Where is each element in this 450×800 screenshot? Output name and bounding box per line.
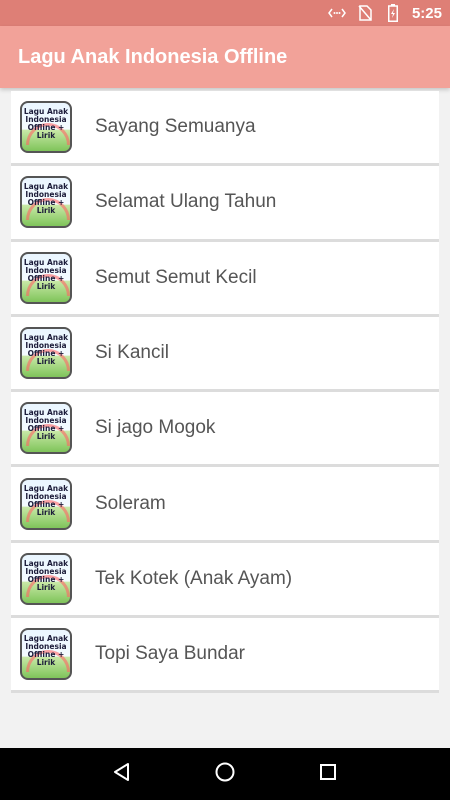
song-list-item[interactable]: Lagu Anak Indonesia Offline + Lirik Tek Kot… [11, 542, 439, 619]
thumbnail-text-line3: Offline + Lirik [27, 574, 65, 592]
thumbnail-text-line3: Offline + Lirik [27, 273, 65, 291]
song-title: Selamat Ulang Tahun [95, 191, 277, 213]
thumbnail: Lagu Anak Indonesia Offline + Lirik [11, 317, 81, 390]
song-title: Semut Semut Kecil [95, 266, 257, 288]
thumbnail: Lagu Anak Indonesia Offline + Lirik [11, 392, 81, 465]
app-logo-thumbnail: Lagu Anak Indonesia Offline + Lirik [20, 477, 72, 530]
home-button[interactable] [205, 754, 245, 794]
song-title: Topi Saya Bundar [95, 643, 245, 665]
thumbnail: Lagu Anak Indonesia Offline + Lirik [11, 467, 81, 540]
app-bar: Lagu Anak Indonesia Offline [0, 26, 450, 88]
navigation-bar [0, 748, 450, 800]
recents-icon [318, 762, 338, 787]
back-button[interactable] [102, 754, 142, 794]
thumbnail-text-line3: Offline + Lirik [27, 650, 65, 668]
thumbnail-text-line3: Offline + Lirik [27, 424, 65, 442]
clock: 5:25 [411, 4, 442, 22]
no-sim-icon [356, 4, 374, 22]
thumbnail: Lagu Anak Indonesia Offline + Lirik [11, 542, 81, 615]
thumbnail-text-line3: Offline + Lirik [27, 349, 65, 367]
app-logo-thumbnail: Lagu Anak Indonesia Offline + Lirik [20, 101, 72, 154]
back-icon [111, 761, 133, 788]
thumbnail: Lagu Anak Indonesia Offline + Lirik [11, 241, 81, 314]
app-logo-thumbnail: Lagu Anak Indonesia Offline + Lirik [20, 628, 72, 681]
app-logo-thumbnail: Lagu Anak Indonesia Offline + Lirik [20, 176, 72, 229]
app-logo-thumbnail: Lagu Anak Indonesia Offline + Lirik [20, 327, 72, 380]
song-list-item[interactable]: Lagu Anak Indonesia Offline + Lirik Soleram [11, 467, 439, 543]
app-logo-thumbnail: Lagu Anak Indonesia Offline + Lirik [20, 251, 72, 304]
app-title: Lagu Anak Indonesia Offline [18, 45, 288, 68]
song-list-item[interactable]: Lagu Anak Indonesia Offline + Lirik Si Kanc… [11, 316, 439, 393]
battery-charging-icon [384, 4, 402, 22]
song-title: Si jago Mogok [95, 417, 216, 439]
app-logo-thumbnail: Lagu Anak Indonesia Offline + Lirik [20, 552, 72, 605]
song-title: Soleram [95, 492, 166, 514]
song-list-item[interactable]: Lagu Anak Indonesia Offline + Lirik Semut S… [11, 241, 439, 317]
thumbnail-text-line3: Offline + Lirik [27, 123, 65, 141]
thumbnail-text-line3: Offline + Lirik [27, 499, 65, 517]
song-list-item[interactable]: Lagu Anak Indonesia Offline + Lirik Topi Sa… [11, 618, 439, 694]
thumbnail: Lagu Anak Indonesia Offline + Lirik [11, 618, 81, 691]
status-bar: 5:25 [0, 0, 450, 26]
thumbnail: Lagu Anak Indonesia Offline + Lirik [11, 91, 81, 164]
song-title: Sayang Semuanya [95, 116, 256, 138]
song-list-item[interactable]: Lagu Anak Indonesia Offline + Lirik Sayang … [11, 91, 439, 167]
app-logo-thumbnail: Lagu Anak Indonesia Offline + Lirik [20, 402, 72, 455]
home-icon [214, 761, 236, 788]
song-title: Si Kancil [95, 342, 169, 364]
song-title: Tek Kotek (Anak Ayam) [95, 567, 293, 589]
data-sync-icon [328, 4, 346, 22]
song-list-item[interactable]: Lagu Anak Indonesia Offline + Lirik Selamat… [11, 166, 439, 242]
thumbnail-text-line3: Offline + Lirik [27, 198, 65, 216]
song-list-item[interactable]: Lagu Anak Indonesia Offline + Lirik Si jago… [11, 392, 439, 468]
recents-button[interactable] [308, 754, 348, 794]
song-list: Lagu Anak Indonesia Offline + Lirik Sayang … [11, 91, 439, 694]
thumbnail: Lagu Anak Indonesia Offline + Lirik [11, 166, 81, 239]
